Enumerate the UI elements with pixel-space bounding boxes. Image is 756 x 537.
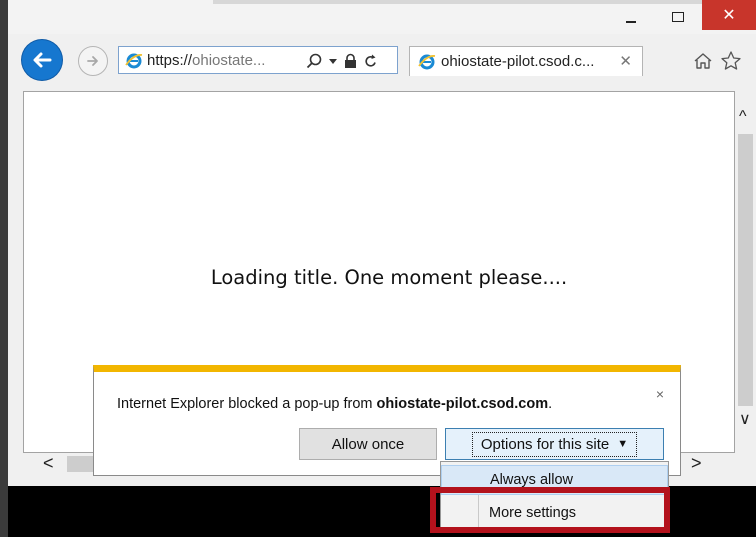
back-button[interactable]: [22, 40, 62, 80]
options-label: Options for this site: [480, 435, 610, 453]
options-dropdown-menu: Always allow More settings: [440, 461, 669, 531]
home-icon[interactable]: [693, 51, 713, 71]
tab-close-icon[interactable]: ✕: [619, 52, 632, 70]
refresh-icon[interactable]: [364, 53, 378, 69]
options-for-site-button[interactable]: Options for this site ▼: [445, 428, 664, 460]
ie-tab-icon: [418, 53, 436, 76]
maximize-button[interactable]: [658, 0, 698, 34]
tab-title: ohiostate-pilot.csod.c...: [441, 53, 595, 70]
address-url: https://ohiostate...: [147, 52, 265, 69]
minimize-button[interactable]: [611, 0, 651, 34]
scroll-up-icon[interactable]: ^: [739, 108, 747, 126]
maximize-icon: [672, 12, 684, 22]
back-arrow-icon: [33, 52, 52, 68]
ie-page-icon: [125, 52, 143, 75]
notification-close-icon[interactable]: ×: [656, 386, 664, 402]
loading-message: Loading title. One moment please....: [210, 266, 568, 289]
notification-message: Internet Explorer blocked a pop-up from …: [117, 396, 552, 412]
forward-button[interactable]: [78, 46, 108, 76]
scroll-down-icon[interactable]: ∨: [739, 409, 751, 429]
favorites-star-icon[interactable]: [720, 50, 742, 72]
navigation-row: https://ohiostate... ohiostate-pilot.cso…: [8, 34, 756, 89]
url-host: ohiostate...: [192, 52, 266, 69]
address-bar[interactable]: https://ohiostate...: [118, 46, 398, 74]
caret-down-icon: ▼: [617, 438, 629, 450]
lock-icon[interactable]: [344, 53, 357, 69]
allow-once-button[interactable]: Allow once: [299, 428, 437, 460]
vertical-scroll-thumb[interactable]: [738, 134, 753, 406]
menu-item-label: Always allow: [490, 472, 573, 488]
vertical-scrollbar[interactable]: ^ ∨: [735, 91, 756, 453]
search-icon[interactable]: [306, 53, 322, 69]
scroll-right-icon[interactable]: >: [691, 453, 702, 474]
tab-active[interactable]: ohiostate-pilot.csod.c... ✕: [409, 46, 643, 76]
close-icon: ✕: [722, 7, 736, 24]
blocked-site: ohiostate-pilot.csod.com: [376, 396, 549, 412]
popup-blocked-notification: Internet Explorer blocked a pop-up from …: [93, 365, 681, 476]
scroll-left-icon[interactable]: <: [43, 453, 54, 474]
options-button-inner: Options for this site ▼: [471, 431, 638, 457]
menu-item-label: More settings: [489, 505, 577, 521]
menu-item-always-allow[interactable]: Always allow: [441, 465, 668, 495]
url-protocol: https://: [147, 52, 193, 69]
message-suffix: .: [548, 396, 553, 412]
address-actions: [306, 51, 378, 71]
message-prefix: Internet Explorer blocked a pop-up from: [117, 396, 377, 412]
menu-item-more-settings[interactable]: More settings: [441, 499, 668, 527]
dropdown-arrow-icon[interactable]: [329, 53, 337, 69]
title-bar: ✕: [8, 0, 756, 34]
close-window-button[interactable]: ✕: [702, 0, 756, 30]
forward-arrow-icon: [87, 56, 98, 66]
minimize-icon: [626, 21, 636, 23]
